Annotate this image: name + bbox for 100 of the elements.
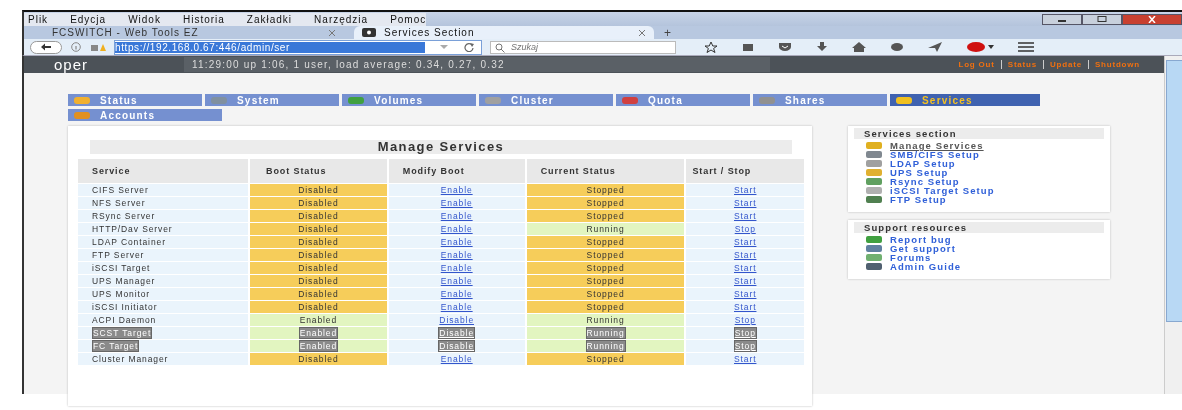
nav-tab[interactable]: Status xyxy=(68,94,202,106)
modify-link[interactable]: Enable xyxy=(440,354,473,364)
modify-link[interactable]: Enable xyxy=(440,302,473,312)
table-cell: Running xyxy=(526,314,685,326)
menu-item[interactable]: Pomoc xyxy=(390,13,427,25)
download-icon[interactable] xyxy=(816,42,828,52)
nav-tab[interactable]: Accounts xyxy=(68,109,222,121)
sidebar-link[interactable]: Rsync Setup xyxy=(890,177,960,186)
table-cell: Stopped xyxy=(526,301,685,313)
home-icon[interactable] xyxy=(852,42,866,52)
sidebar-link[interactable]: Forums xyxy=(890,253,932,262)
sidebar-link[interactable]: FTP Setup xyxy=(890,195,947,204)
lock-warning-icon[interactable] xyxy=(90,42,106,52)
table-cell: Stopped xyxy=(526,197,685,209)
address-field[interactable]: https://192.168.0.67:446/admin/ser xyxy=(114,39,482,55)
table-cell: Stopped xyxy=(526,236,685,248)
action-link[interactable]: Start xyxy=(734,211,757,221)
sidebar-link[interactable]: Get support xyxy=(890,244,956,253)
sidebar-link[interactable]: SMB/CIFS Setup xyxy=(890,150,980,159)
nav-tab[interactable]: Services xyxy=(890,94,1040,106)
star-icon[interactable] xyxy=(704,41,718,53)
table-cell: HTTP/Dav Server xyxy=(78,223,248,235)
menu-item[interactable]: Zakładki xyxy=(246,13,293,25)
table-cell: Enabled xyxy=(250,340,387,352)
menu-item[interactable]: Widok xyxy=(128,13,161,25)
table-cell: Stopped xyxy=(526,210,685,222)
table-cell: Stopped xyxy=(526,184,685,196)
close-icon[interactable] xyxy=(328,29,336,36)
action-link[interactable]: Start xyxy=(734,185,757,195)
menu-item[interactable]: Narzędzia xyxy=(314,13,369,25)
menu-item[interactable]: Edycja xyxy=(70,13,107,25)
send-icon[interactable] xyxy=(928,42,942,52)
column-header: Service xyxy=(78,159,248,183)
modify-link[interactable]: Disable xyxy=(439,315,474,325)
action-link[interactable]: Start xyxy=(734,250,757,260)
menu-item[interactable]: Plik xyxy=(28,13,49,25)
table-cell: Disabled xyxy=(250,275,387,287)
reload-icon[interactable] xyxy=(463,42,475,52)
nav-tab[interactable]: Cluster xyxy=(479,94,613,106)
table-cell: Disabled xyxy=(250,210,387,222)
table-cell: Enabled xyxy=(250,314,387,326)
table-cell: ACPI Daemon xyxy=(78,314,248,326)
action-link[interactable]: Start xyxy=(734,263,757,273)
nav-tab[interactable]: Shares xyxy=(753,94,887,106)
minimize-button[interactable] xyxy=(1042,13,1082,25)
info-icon[interactable] xyxy=(70,42,82,52)
menu-icon[interactable] xyxy=(1018,42,1034,52)
table-cell: Disabled xyxy=(250,353,387,365)
modify-link[interactable]: Enable xyxy=(440,185,473,195)
nav-tab[interactable]: Volumes xyxy=(342,94,476,106)
table-cell: Disabled xyxy=(250,236,387,248)
scrollbar[interactable] xyxy=(1164,56,1182,394)
sidebar-link[interactable]: LDAP Setup xyxy=(890,159,956,168)
table-cell: SCST Target xyxy=(78,327,248,339)
close-button[interactable] xyxy=(1122,13,1182,25)
table-cell: Disabled xyxy=(250,262,387,274)
panel-title: Manage Services xyxy=(90,140,792,154)
table-cell: FC Target xyxy=(78,340,248,352)
table-cell: iSCSI Target xyxy=(78,262,248,274)
action-link[interactable]: Stop xyxy=(734,224,756,234)
sidebar-link[interactable]: Report bug xyxy=(890,235,952,244)
modify-link[interactable]: Enable xyxy=(440,211,473,221)
table-cell: RSync Server xyxy=(78,210,248,222)
browser-tab[interactable]: Services Section xyxy=(354,26,654,39)
nav-tab[interactable]: System xyxy=(205,94,339,106)
table-cell: UPS Manager xyxy=(78,275,248,287)
action-link[interactable]: Start xyxy=(734,198,757,208)
sidebar-link[interactable]: Admin Guide xyxy=(890,262,962,271)
menu-item[interactable]: Historia xyxy=(182,13,225,25)
modify-link[interactable]: Enable xyxy=(440,224,473,234)
modify-link[interactable]: Enable xyxy=(440,198,473,208)
nav-tab[interactable]: Quota xyxy=(616,94,750,106)
logo: oper xyxy=(54,56,90,73)
column-header: Boot Status xyxy=(250,159,387,183)
action-link[interactable]: Start xyxy=(734,237,757,247)
maximize-button[interactable] xyxy=(1082,13,1122,25)
modify-link[interactable]: Enable xyxy=(440,263,473,273)
close-icon[interactable] xyxy=(638,29,646,36)
sidebar-link[interactable]: iSCSI Target Setup xyxy=(890,186,995,195)
column-header: Current Status xyxy=(526,159,685,183)
search-field[interactable]: Szukaj xyxy=(490,40,676,54)
action-link[interactable]: Start xyxy=(734,354,757,364)
new-tab-button[interactable]: + xyxy=(664,27,671,39)
action-link[interactable]: Start xyxy=(734,276,757,286)
sidebar-link[interactable]: UPS Setup xyxy=(890,168,949,177)
action-link[interactable]: Start xyxy=(734,302,757,312)
modify-link[interactable]: Enable xyxy=(440,237,473,247)
action-link[interactable]: Start xyxy=(734,289,757,299)
modify-link[interactable]: Enable xyxy=(440,250,473,260)
column-header: Start / Stop xyxy=(686,159,804,183)
modify-link[interactable]: Enable xyxy=(440,289,473,299)
back-arrow-icon xyxy=(40,43,52,51)
table-cell: Disabled xyxy=(250,249,387,261)
action-link[interactable]: Stop xyxy=(734,315,756,325)
back-button[interactable] xyxy=(30,40,62,54)
sidebar-title: Support resources xyxy=(854,222,1104,233)
modify-link[interactable]: Enable xyxy=(440,276,473,286)
sidebar-link[interactable]: Manage Services xyxy=(890,141,984,150)
browser-tab[interactable]: FCSWITCH - Web Tools EZ xyxy=(44,26,344,39)
adblock-icon[interactable] xyxy=(966,42,994,52)
